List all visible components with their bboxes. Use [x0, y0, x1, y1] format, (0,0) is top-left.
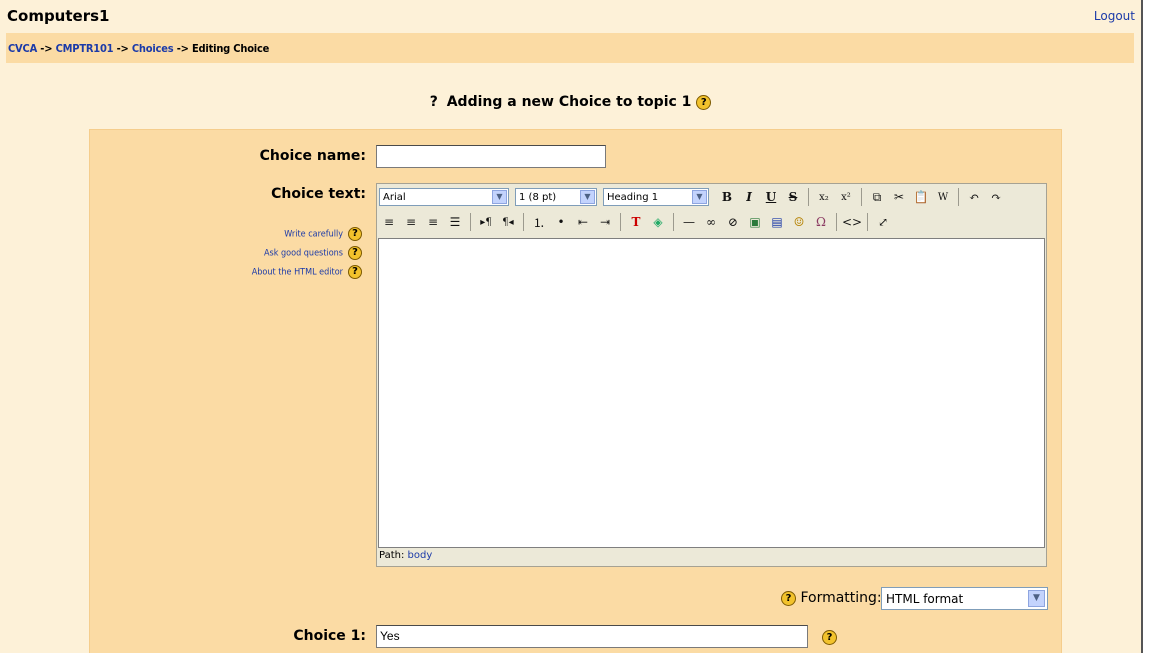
special-char-icon[interactable]: Ω [811, 212, 831, 232]
breadcrumb: CVCA -> CMPTR101 -> Choices -> Editing C… [8, 42, 269, 55]
formatting-label-group: ? Formatting: [781, 590, 882, 606]
editor-toolbar-top: Arial ▼ 1 (8 pt) ▼ Heading 1 ▼ B I U S x₂ x… [379, 186, 1006, 208]
toolbar-divider [523, 213, 524, 231]
align-right-icon[interactable]: ≡ [423, 212, 443, 232]
editor-path-bar: Path: body [379, 550, 432, 561]
choice-1-label: Choice 1: [293, 628, 366, 644]
copy-icon[interactable]: ⧉ [867, 187, 887, 207]
help-link-label: Ask good questions [264, 248, 343, 259]
chevron-down-icon: ▼ [692, 190, 707, 204]
bold-icon[interactable]: B [717, 187, 737, 207]
editor-toolbar-bottom: ≡ ≡ ≡ ☰ ▸¶ ¶◂ ⒈ • ⇤ ⇥ T ◈ — ∞ ⊘ ▣ ▤ ☺ Ω … [379, 211, 893, 233]
chevron-down-icon: ▼ [492, 190, 507, 204]
page-title-text: Adding a new Choice to topic 1 [446, 94, 692, 110]
choice-name-label: Choice name: [259, 148, 366, 164]
help-link-label: About the HTML editor [251, 267, 343, 278]
indent-icon[interactable]: ⇥ [595, 212, 615, 232]
link-icon[interactable]: ∞ [701, 212, 721, 232]
align-center-icon[interactable]: ≡ [401, 212, 421, 232]
underline-icon[interactable]: U [761, 187, 781, 207]
unordered-list-icon[interactable]: • [551, 212, 571, 232]
redo-icon[interactable]: ↷ [986, 187, 1006, 207]
formatting-label: Formatting: [800, 590, 882, 606]
justify-icon[interactable]: ☰ [445, 212, 465, 232]
smiley-icon[interactable]: ☺ [789, 212, 809, 232]
breadcrumb-course[interactable]: CMPTR101 [56, 42, 114, 55]
undo-icon[interactable]: ↶ [964, 187, 984, 207]
help-link-about-html-editor[interactable]: About the HTML editor? [252, 265, 362, 279]
font-select[interactable]: Arial ▼ [379, 188, 509, 206]
window-edge [1141, 0, 1149, 653]
logout-link[interactable]: Logout [1094, 9, 1135, 23]
choice-text-label: Choice text: [271, 186, 366, 202]
unlink-icon[interactable]: ⊘ [723, 212, 743, 232]
breadcrumb-separator: -> [40, 42, 53, 55]
path-body-link[interactable]: body [408, 550, 433, 561]
navbar: CVCA -> CMPTR101 -> Choices -> Editing C… [6, 33, 1134, 63]
help-icon[interactable]: ? [348, 265, 362, 279]
help-link-ask-good-questions[interactable]: Ask good questions? [264, 246, 362, 260]
font-size-value: 1 (8 pt) [519, 191, 557, 203]
formatting-select-value: HTML format [886, 592, 964, 606]
site-title: Computers1 [7, 7, 110, 25]
breadcrumb-separator: -> [116, 42, 129, 55]
breadcrumb-module[interactable]: Choices [132, 42, 174, 55]
help-icon[interactable]: ? [696, 94, 712, 110]
toolbar-divider [808, 188, 809, 206]
help-icon[interactable]: ? [822, 630, 837, 645]
outdent-icon[interactable]: ⇤ [573, 212, 593, 232]
page-header: Computers1 Logout [0, 0, 1141, 30]
toolbar-divider [867, 213, 868, 231]
toolbar-divider [958, 188, 959, 206]
help-icon[interactable]: ? [348, 246, 362, 260]
toolbar-divider [836, 213, 837, 231]
rtl-icon[interactable]: ¶◂ [498, 212, 518, 232]
subscript-icon[interactable]: x₂ [814, 187, 834, 207]
help-link-label: Write carefully [284, 229, 343, 240]
chevron-down-icon: ▼ [1028, 590, 1045, 607]
text-color-icon[interactable]: T [626, 212, 646, 232]
cut-icon[interactable]: ✂ [889, 187, 909, 207]
toolbar-divider [470, 213, 471, 231]
ordered-list-icon[interactable]: ⒈ [529, 212, 549, 232]
formatting-select[interactable]: HTML format ▼ [881, 587, 1048, 610]
choice-1-input[interactable]: Yes [376, 625, 808, 648]
help-icon[interactable]: ? [348, 227, 362, 241]
align-left-icon[interactable]: ≡ [379, 212, 399, 232]
font-size-select[interactable]: 1 (8 pt) ▼ [515, 188, 597, 206]
html-source-icon[interactable]: <> [842, 212, 862, 232]
fullscreen-icon[interactable]: ⤢ [873, 212, 893, 232]
block-format-value: Heading 1 [607, 191, 659, 203]
horizontal-rule-icon[interactable]: — [679, 212, 699, 232]
html-editor: Arial ▼ 1 (8 pt) ▼ Heading 1 ▼ B I U S x₂ x… [376, 183, 1047, 567]
editor-text-area[interactable] [378, 238, 1045, 548]
help-icon[interactable]: ? [781, 590, 796, 606]
image-icon[interactable]: ▣ [745, 212, 765, 232]
background-color-icon[interactable]: ◈ [648, 212, 668, 232]
strikethrough-icon[interactable]: S [783, 187, 803, 207]
choice-name-input[interactable] [376, 145, 606, 168]
paste-icon[interactable]: 📋 [911, 187, 931, 207]
page-title: ? Adding a new Choice to topic 1 ? [0, 94, 1141, 110]
chevron-down-icon: ▼ [580, 190, 595, 204]
toolbar-divider [620, 213, 621, 231]
help-link-write-carefully[interactable]: Write carefully? [284, 227, 362, 241]
ltr-icon[interactable]: ▸¶ [476, 212, 496, 232]
question-mark-icon: ? [429, 94, 438, 110]
breadcrumb-current: Editing Choice [191, 42, 270, 55]
italic-icon[interactable]: I [739, 187, 759, 207]
toolbar-divider [673, 213, 674, 231]
block-format-select[interactable]: Heading 1 ▼ [603, 188, 709, 206]
paste-word-icon[interactable]: W [933, 187, 953, 207]
superscript-icon[interactable]: x² [836, 187, 856, 207]
toolbar-divider [861, 188, 862, 206]
breadcrumb-home[interactable]: CVCA [8, 42, 37, 55]
table-icon[interactable]: ▤ [767, 212, 787, 232]
path-label: Path: [379, 550, 405, 561]
font-select-value: Arial [383, 191, 406, 203]
breadcrumb-separator: -> [176, 42, 189, 55]
